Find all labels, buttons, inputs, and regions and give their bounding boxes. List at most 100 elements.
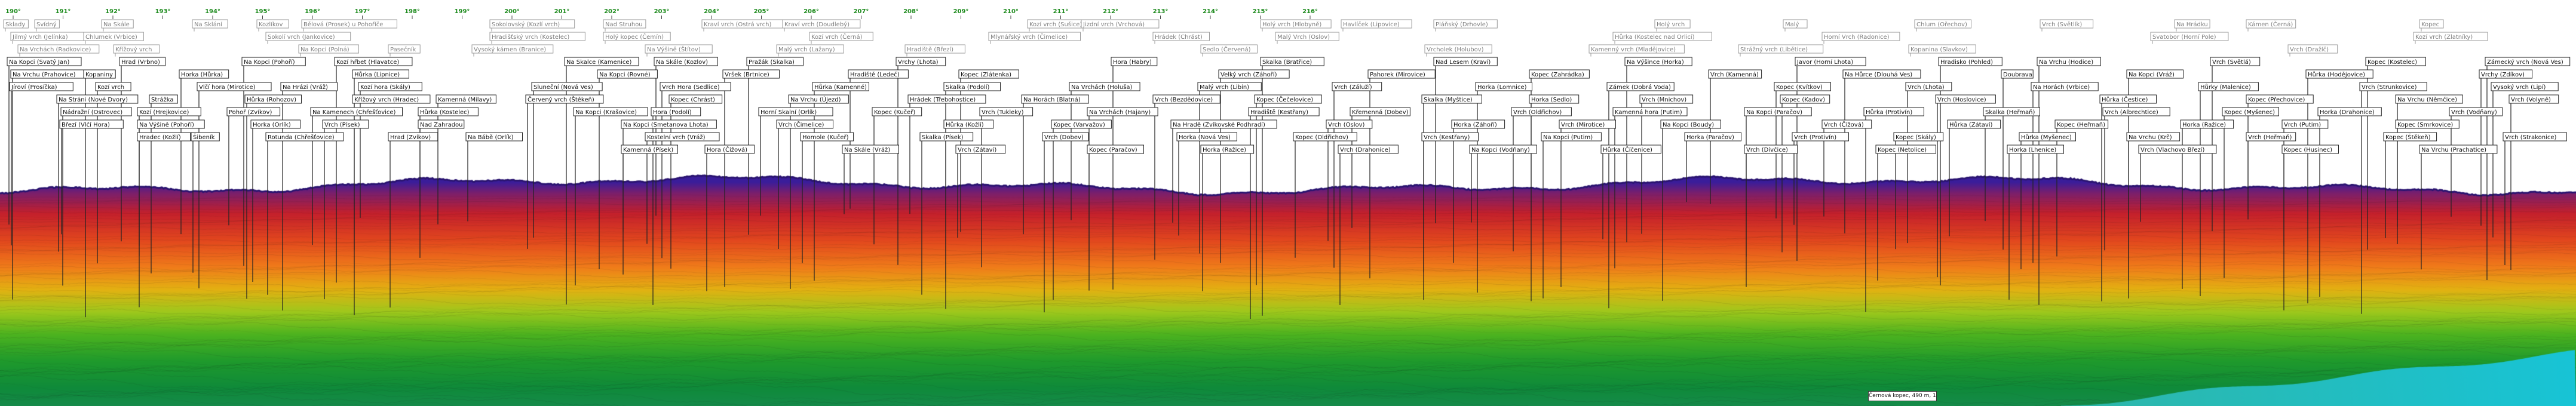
peak-label[interactable]: Kamenná (Písek) — [621, 144, 678, 275]
peak-label[interactable]: Hůrka (Kostelec) — [418, 107, 479, 258]
peak-label[interactable]: Vrch (Albrechtice) — [2102, 107, 2170, 251]
peak-label[interactable]: Vrch (Světlík) — [2040, 19, 2094, 32]
peak-label[interactable]: Kopec (Zahrádka) — [1529, 69, 1590, 302]
peak-label[interactable]: Na Vrchách (Radkovice) — [17, 44, 100, 57]
peak-label[interactable]: Kraví vrch (Doudlebý) — [782, 19, 861, 32]
peak-label[interactable]: Jizdní vrch (Vrchová) — [1081, 19, 1160, 32]
peak-label[interactable]: Na Vrchu (Krč) — [2126, 132, 2181, 299]
peak-label[interactable]: Vrch (Oldřichov) — [1511, 107, 1572, 252]
peak-label[interactable]: Na Bábě (Orlík) — [465, 132, 523, 222]
peak-label[interactable]: Kozí vrch (Zlatníky) — [2413, 32, 2488, 44]
peak-label[interactable]: Rotunda (Chřešťovice) — [265, 132, 344, 295]
peak-label[interactable]: Hora (Čížová) — [704, 144, 755, 291]
peak-label[interactable]: Na Kopci (Putim) — [1541, 132, 1602, 299]
peak-label[interactable]: Kopaniny — [83, 69, 116, 318]
peak-label[interactable]: Havlíček (Lipovice) — [1341, 19, 1412, 32]
peak-label[interactable]: Vrch (Písek) — [322, 119, 369, 300]
peak-label[interactable]: Hůrka (Hodějovice) — [2305, 69, 2373, 304]
peak-label[interactable]: Na Vrchu (Prachatice) — [2419, 144, 2498, 270]
peak-label[interactable]: Kámen (Černá) — [2246, 19, 2296, 32]
peak-label[interactable]: Chlumek (Vrbice) — [83, 32, 144, 44]
peak-label[interactable]: Na Kopci (Boudy) — [1660, 119, 1721, 301]
peak-label[interactable]: Kopec — [2419, 19, 2444, 32]
peak-label[interactable]: Hůrka (Zátaví) — [1947, 119, 2001, 236]
peak-label[interactable]: Červený vrch (Štěkeň) — [525, 94, 604, 249]
peak-label[interactable]: Na Skále — [101, 19, 134, 32]
peak-label[interactable]: Svídný — [34, 19, 60, 32]
peak-label[interactable]: Horka (Orlík) — [250, 119, 301, 282]
peak-label[interactable]: Nad Struhou — [603, 19, 646, 32]
peak-label[interactable]: Strážný vrch (Libětice) — [1738, 44, 1824, 57]
peak-label[interactable]: Vrch (Strakonice) — [2503, 132, 2567, 265]
peak-label[interactable]: Malý vrch (Lažany) — [776, 44, 844, 57]
peak-label[interactable]: Kozlíkov — [256, 19, 289, 32]
peak-label[interactable]: Sluneční (Nová Ves) — [531, 82, 603, 238]
peak-label[interactable]: Vysoký kámen (Branice) — [471, 44, 554, 57]
peak-label[interactable]: Kopec (Kučeř) — [872, 107, 922, 245]
peak-label[interactable]: Mlynářský vrch (Čimelice) — [988, 32, 1081, 44]
peak-label[interactable]: Horní Vrch (Radonice) — [1821, 32, 1900, 44]
peak-label[interactable]: Vrch (Lhota) — [1905, 82, 1952, 244]
peak-label[interactable]: Holý kopec (Čemín) — [603, 32, 671, 44]
peak-label[interactable]: Na Hrázi (Vráž) — [280, 82, 338, 311]
peak-label[interactable]: Vrch (Heřmaň) — [2246, 132, 2296, 214]
peak-label[interactable]: Na Hrádku — [2174, 19, 2210, 32]
peak-label[interactable]: Na Kopci (Vodňany) — [1469, 144, 1537, 223]
peak-label[interactable]: Kopanina (Slavkov) — [1908, 44, 1976, 57]
peak-label[interactable]: Sklady — [3, 19, 29, 32]
peak-label[interactable]: Vršek (Brtnice) — [722, 69, 780, 287]
peak-label[interactable]: Holý vrch — [1654, 19, 1691, 32]
peak-label[interactable]: Kraví vrch (Ostrá vrch) — [701, 19, 787, 32]
peak-label[interactable]: Na Kopci (Rovné) — [597, 69, 658, 269]
peak-label[interactable]: Kamenný vrch (Mladějovice) — [1588, 44, 1685, 57]
peak-label[interactable]: Na Výšině (Štítov) — [645, 44, 713, 57]
peak-label[interactable]: Na Kopci (Polná) — [298, 44, 359, 57]
peak-label[interactable]: Malý — [1783, 19, 1808, 32]
peak-label[interactable]: Hůrka (Kožlí) — [943, 119, 994, 282]
peak-label[interactable]: Vrch (Strunkovice) — [2359, 82, 2427, 314]
peak-label[interactable]: Vrch (Dívčice) — [1744, 144, 1798, 257]
peak-label[interactable]: Chlum (Ořechov) — [1914, 19, 1971, 32]
peak-label[interactable]: Hůrka (Číčenice) — [1600, 144, 1661, 239]
peak-label[interactable]: Horka (Drahonice) — [2317, 107, 2382, 297]
peak-label[interactable]: Malý Vrch (Oslov) — [1275, 32, 1339, 44]
peak-label[interactable]: Holý vrch (Hlobyně) — [1260, 19, 1332, 32]
peak-label[interactable]: Sokolí vrch (Jankovice) — [265, 32, 351, 44]
peak-label[interactable]: Pláňský (Drhovle) — [1433, 19, 1498, 32]
peak-label[interactable]: Horka (Ražice) — [1200, 144, 1255, 291]
peak-label[interactable]: Kozí hřbet (Hlavatce) — [334, 57, 413, 283]
peak-label[interactable]: Na Vrchu (Prahovice) — [10, 69, 85, 300]
peak-label[interactable]: Na Vrchu (Němčice) — [2395, 94, 2463, 244]
peak-label[interactable]: Březí (Vlčí Hora) — [59, 119, 124, 235]
peak-label[interactable]: Hůrka (Kostelec nad Orlicí) — [1612, 32, 1712, 44]
peak-label[interactable]: Jíroví (Prosíčka) — [9, 82, 73, 245]
peak-label[interactable]: Hora (Habry) — [1111, 57, 1158, 290]
peak-label[interactable]: Vrch (Volyně) — [2508, 94, 2559, 270]
peak-label[interactable]: Na Vrchu (Hodice) — [2037, 57, 2101, 305]
peak-label[interactable]: Na Vrchách (Hajany) — [1087, 107, 1158, 291]
peak-label[interactable]: Horka (Záhoří) — [1451, 119, 1505, 263]
peak-label[interactable]: Kopec (Paračov) — [1087, 144, 1144, 260]
peak-label[interactable]: Hůrka (Čestice) — [2099, 94, 2157, 302]
peak-label[interactable]: Horka (Hůrka) — [179, 69, 229, 235]
peak-label[interactable]: Vrch (Bezdědovice) — [1152, 94, 1220, 260]
peak-label[interactable]: Svatobor (Horní Pole) — [2150, 32, 2229, 44]
peak-label[interactable]: Hradiště (Březí) — [904, 44, 965, 57]
peak-label[interactable]: Kopec (Netolice) — [1875, 144, 1936, 281]
peak-label[interactable]: Sokolovský (Kozlí vrch) — [489, 19, 575, 32]
peak-label[interactable]: Hradišťský vrch (Kostelec) — [489, 32, 585, 44]
peak-label[interactable]: Vrch (Zátaví) — [955, 144, 1006, 238]
peak-label[interactable]: Na Horách (Vrbice) — [2031, 82, 2099, 263]
peak-label[interactable]: Vrch (Drahonice) — [1338, 144, 1399, 305]
peak-label[interactable]: Doubrava — [2001, 69, 2034, 250]
peak-label[interactable]: Pasečník — [388, 44, 421, 57]
peak-label[interactable]: Šibeník — [191, 132, 220, 273]
peak-label[interactable]: Nádražní (Ostrovec) — [60, 107, 132, 286]
peak-label[interactable]: Vrch (Dražíč) — [2287, 44, 2338, 57]
peak-label[interactable]: Hradisko (Pohled) — [1938, 57, 2002, 285]
peak-label[interactable]: Vysoký vrch (Lipí) — [2491, 82, 2559, 238]
peak-label[interactable]: Vrcholek (Holubov) — [1424, 44, 1492, 57]
peak-label[interactable]: Na Skále (Vráž) — [842, 144, 899, 214]
peak-label[interactable]: Vrch (Vlachovo Březí) — [2138, 144, 2217, 222]
peak-label[interactable]: Vrch (Dobev) — [1042, 132, 1089, 313]
